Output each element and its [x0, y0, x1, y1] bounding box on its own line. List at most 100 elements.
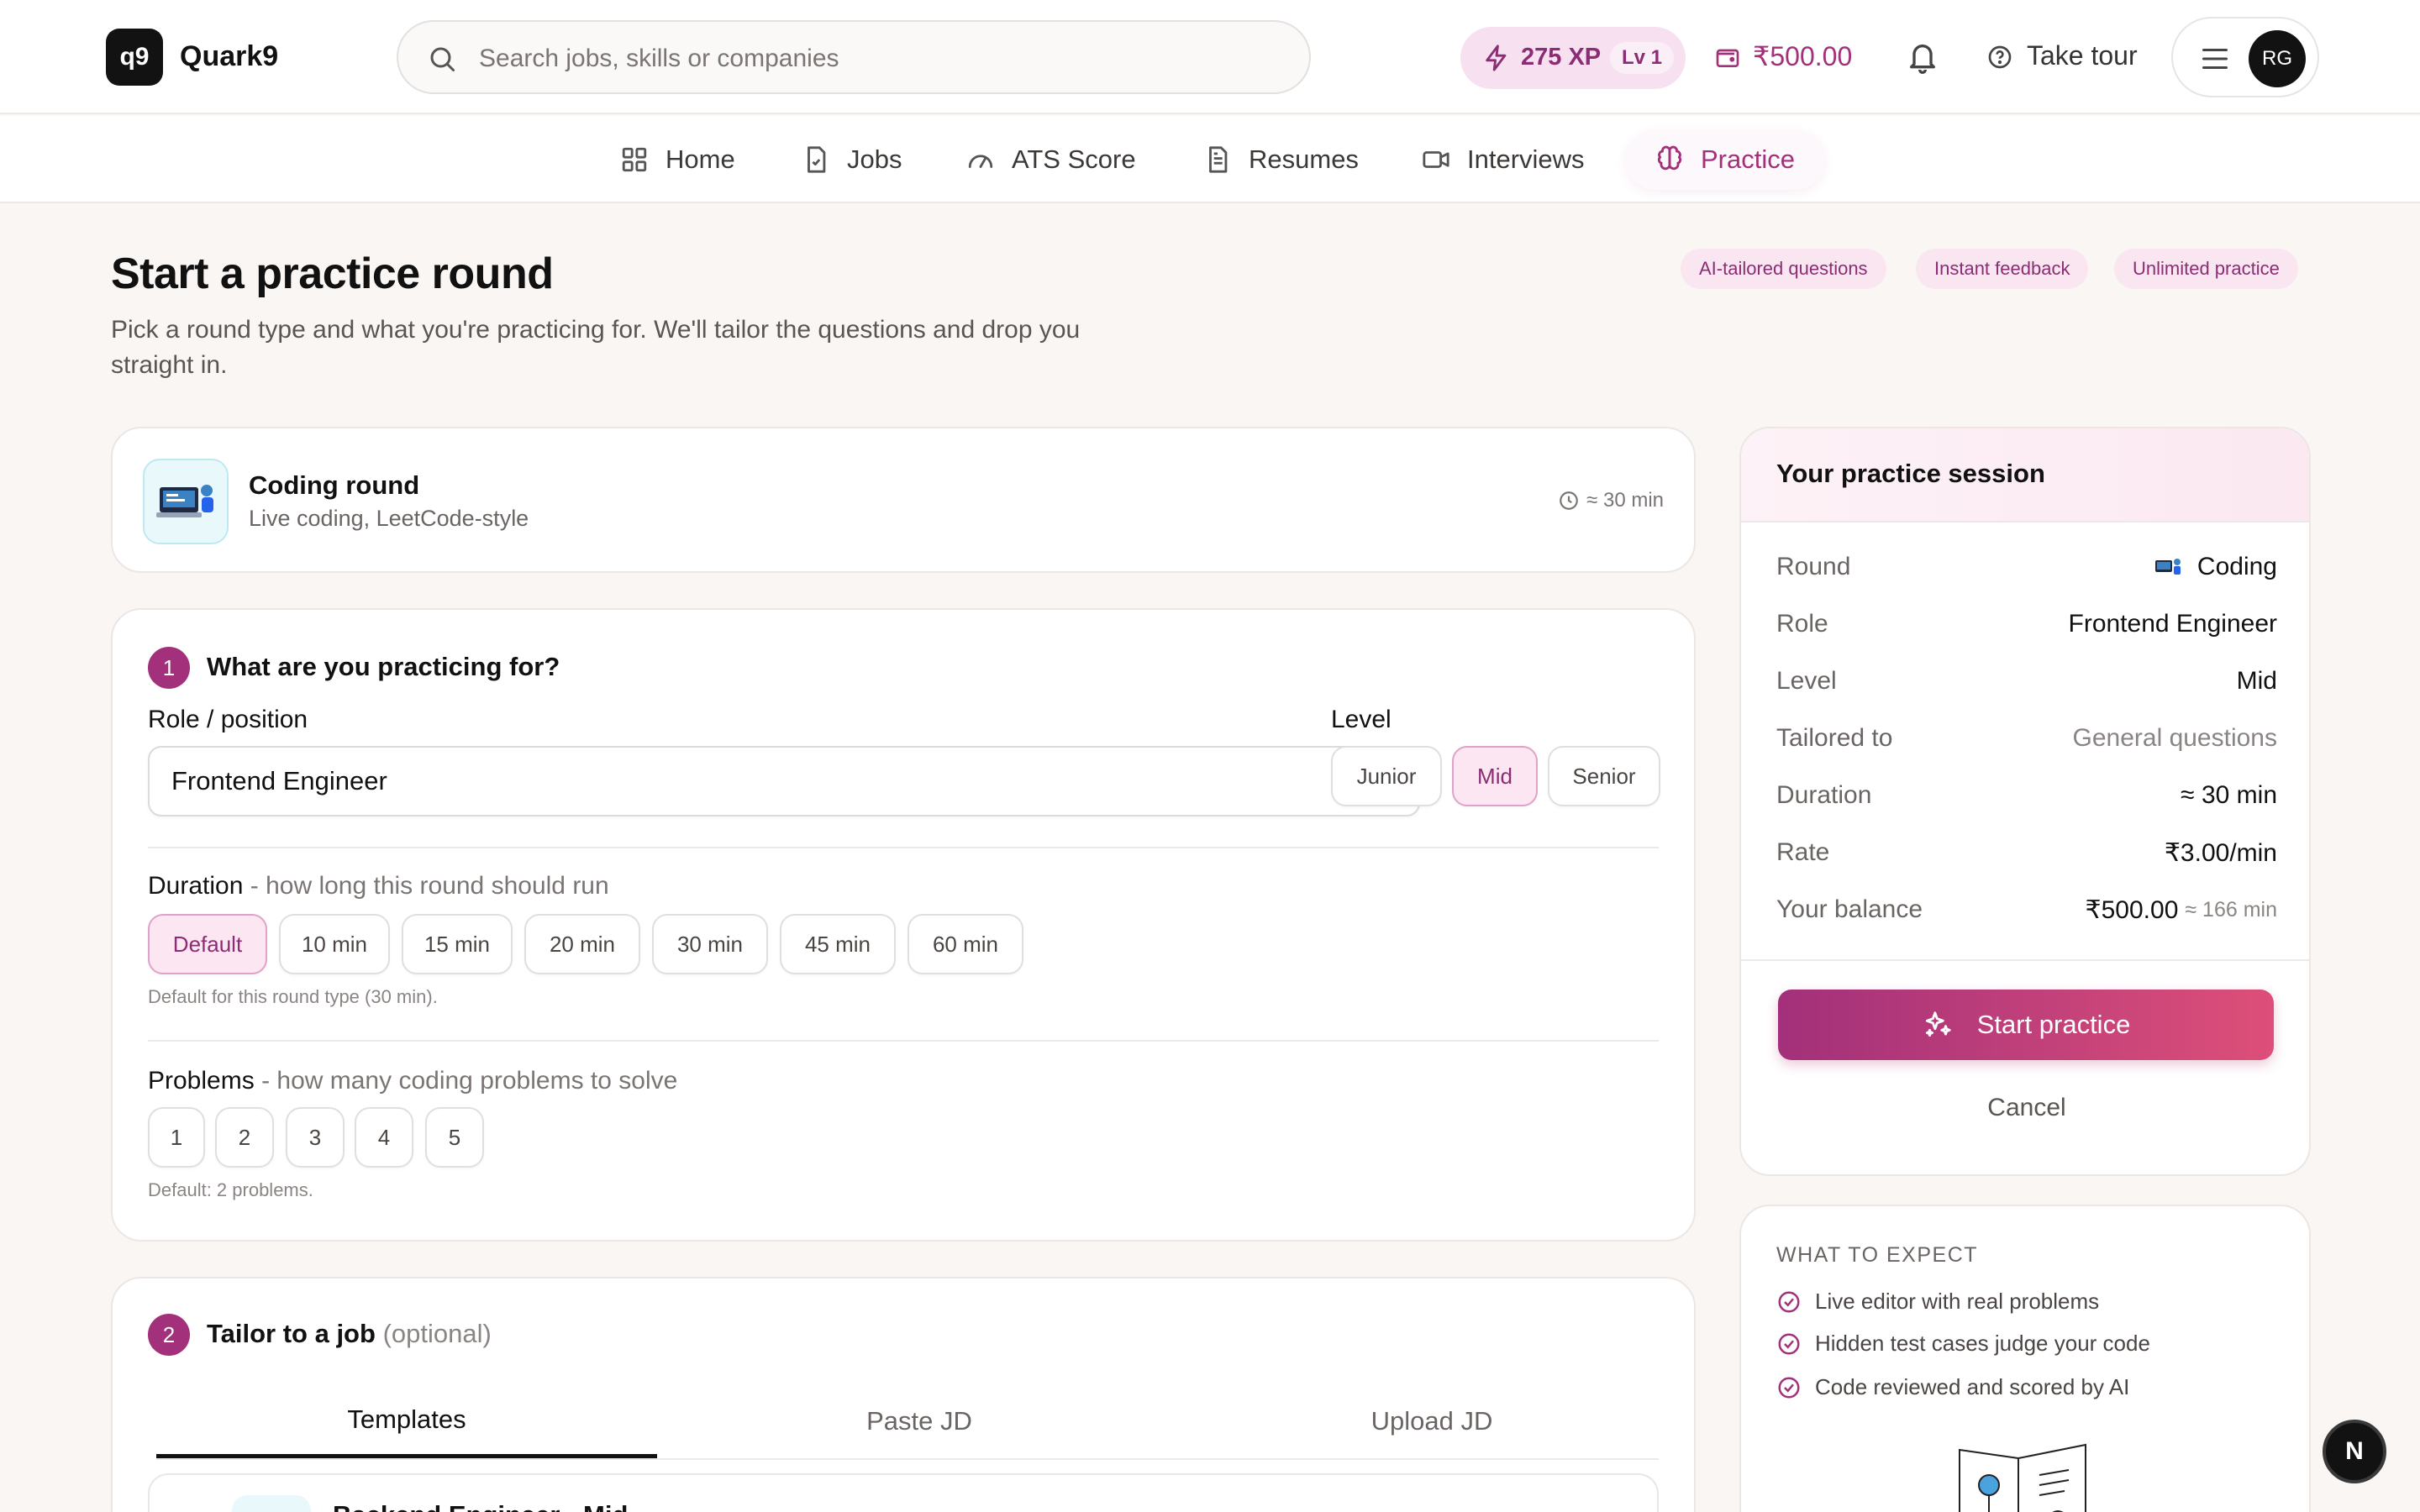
nav-jobs-label: Jobs	[847, 144, 902, 174]
round-type-card[interactable]: Coding round Live coding, LeetCode-style…	[111, 427, 1696, 573]
page-title: Start a practice round	[111, 249, 554, 298]
tailor-job-card: 2 Tailor to a job (optional) Templates P…	[111, 1277, 1696, 1512]
summary-value: ≈ 30 min	[2181, 781, 2277, 809]
nav-jobs[interactable]: Jobs	[802, 129, 902, 190]
search-input[interactable]	[479, 40, 1286, 77]
summary-row-role: Role Frontend Engineer	[1776, 610, 2277, 647]
problems-1[interactable]: 1	[148, 1107, 205, 1168]
divider	[148, 847, 1659, 848]
expect-item-text: Live editor with real problems	[1815, 1289, 2100, 1314]
template-item[interactable]: Backend Engineer · Mid	[148, 1473, 1659, 1512]
file-check-icon	[808, 146, 826, 173]
brand-logo[interactable]: q9	[106, 29, 163, 86]
sparkles-icon	[1925, 1011, 1951, 1037]
take-tour-button[interactable]: Take tour	[2027, 40, 2138, 71]
wallet-balance[interactable]: ₹500.00	[1753, 40, 1852, 72]
bolt-icon	[1486, 45, 1507, 71]
video-icon	[1423, 151, 1449, 168]
step-1-number: 1	[148, 647, 190, 689]
expect-item-text: Hidden test cases judge your code	[1815, 1331, 2150, 1356]
dev-tools-button[interactable]: N	[2323, 1420, 2386, 1483]
summary-row-balance: Your balance ₹500.00 ≈ 166 min	[1776, 895, 2277, 932]
search-bar[interactable]	[397, 20, 1311, 94]
role-input[interactable]	[148, 746, 1420, 816]
tab-upload-jd[interactable]: Upload JD	[1181, 1384, 1682, 1458]
top-header: q9 Quark9 275 XP Lv 1 ₹500.00 Take tour …	[0, 0, 2420, 114]
round-title: Coding round	[249, 470, 420, 500]
summary-key: Round	[1776, 553, 1851, 580]
round-time-label: ≈ 30 min	[1586, 489, 1664, 512]
nav-home[interactable]: Home	[620, 129, 735, 190]
summary-row-tailored: Tailored to General questions	[1776, 724, 2277, 761]
nav-interviews[interactable]: Interviews	[1422, 129, 1585, 190]
duration-10[interactable]: 10 min	[279, 914, 390, 974]
tab-paste-jd[interactable]: Paste JD	[669, 1384, 1170, 1458]
duration-45[interactable]: 45 min	[780, 914, 896, 974]
page-subtitle: Pick a round type and what you're practi…	[111, 316, 1081, 379]
problems-label: Problems - how many coding problems to s…	[148, 1067, 677, 1095]
wallet-icon[interactable]	[1714, 44, 1741, 71]
problems-label-text: Problems	[148, 1067, 255, 1095]
problems-5[interactable]: 5	[425, 1107, 484, 1168]
expect-item: Code reviewed and scored by AI	[1776, 1374, 2129, 1400]
duration-20[interactable]: 20 min	[524, 914, 640, 974]
expect-item-text: Code reviewed and scored by AI	[1815, 1374, 2130, 1399]
nav-interviews-label: Interviews	[1467, 144, 1585, 174]
level-junior[interactable]: Junior	[1331, 746, 1442, 806]
badge-unlimited: Unlimited practice	[2114, 249, 2298, 289]
level-mid[interactable]: Mid	[1452, 746, 1538, 806]
duration-15[interactable]: 15 min	[402, 914, 513, 974]
summary-row-duration: Duration ≈ 30 min	[1776, 781, 2277, 818]
problems-4[interactable]: 4	[355, 1107, 413, 1168]
session-summary-card: Your practice session Round Coding Role …	[1739, 427, 2311, 1176]
brand-name[interactable]: Quark9	[180, 40, 278, 73]
summary-row-round: Round Coding	[1776, 553, 2277, 590]
expect-item: Live editor with real problems	[1776, 1289, 2099, 1315]
problems-3[interactable]: 3	[286, 1107, 345, 1168]
tab-templates[interactable]: Templates	[156, 1384, 657, 1458]
coding-illustration	[143, 459, 229, 544]
duration-default[interactable]: Default	[148, 914, 267, 974]
badge-instant-feedback: Instant feedback	[1916, 249, 2089, 289]
bell-icon[interactable]	[1906, 39, 1939, 76]
round-duration: ≈ 30 min	[1558, 489, 1664, 512]
round-subtitle: Live coding, LeetCode-style	[249, 506, 529, 531]
problems-2[interactable]: 2	[215, 1107, 274, 1168]
book-illustration	[1959, 1443, 2086, 1512]
help-icon	[1988, 45, 2012, 69]
nav-resumes[interactable]: Resumes	[1203, 129, 1359, 190]
problems-note: Default: 2 problems.	[148, 1179, 313, 1200]
level-badge: Lv 1	[1610, 42, 1675, 74]
grid-icon	[622, 147, 647, 172]
duration-60[interactable]: 60 min	[908, 914, 1023, 974]
step-2-title-text: Tailor to a job	[207, 1319, 376, 1348]
optional-tag: (optional)	[382, 1319, 492, 1348]
nav-ats-label: ATS Score	[1012, 144, 1136, 174]
duration-30[interactable]: 30 min	[652, 914, 768, 974]
badge-ai-tailored: AI-tailored questions	[1681, 249, 1886, 289]
nav-ats-score[interactable]: ATS Score	[966, 129, 1136, 190]
step-1-title: What are you practicing for?	[207, 652, 560, 681]
tailor-tabs: Templates Paste JD Upload JD	[156, 1384, 1659, 1460]
check-circle-icon	[1778, 1333, 1800, 1354]
summary-key: Duration	[1776, 781, 1872, 809]
check-circle-icon	[1778, 1377, 1800, 1398]
avatar: RG	[2249, 30, 2306, 87]
practice-setup-card: 1 What are you practicing for? Role / po…	[111, 608, 1696, 1242]
template-title: Backend Engineer · Mid	[333, 1500, 628, 1512]
brain-icon	[1657, 145, 1682, 171]
summary-key: Level	[1776, 667, 1837, 695]
start-practice-button[interactable]: Start practice	[1778, 990, 2274, 1060]
session-header: Your practice session	[1741, 428, 2309, 522]
summary-row-level: Level Mid	[1776, 667, 2277, 704]
xp-pill[interactable]: 275 XP Lv 1	[1460, 27, 1686, 89]
gauge-icon	[968, 155, 993, 168]
level-senior[interactable]: Senior	[1548, 746, 1660, 806]
nav-practice[interactable]: Practice	[1625, 129, 1825, 190]
nav-resumes-label: Resumes	[1249, 144, 1359, 174]
cancel-button[interactable]: Cancel	[1741, 1094, 2309, 1122]
account-menu[interactable]: RG	[2171, 17, 2319, 97]
session-title: Your practice session	[1776, 459, 2045, 488]
summary-value: ₹3.00/min	[2164, 839, 2277, 867]
template-illustration	[232, 1495, 311, 1512]
